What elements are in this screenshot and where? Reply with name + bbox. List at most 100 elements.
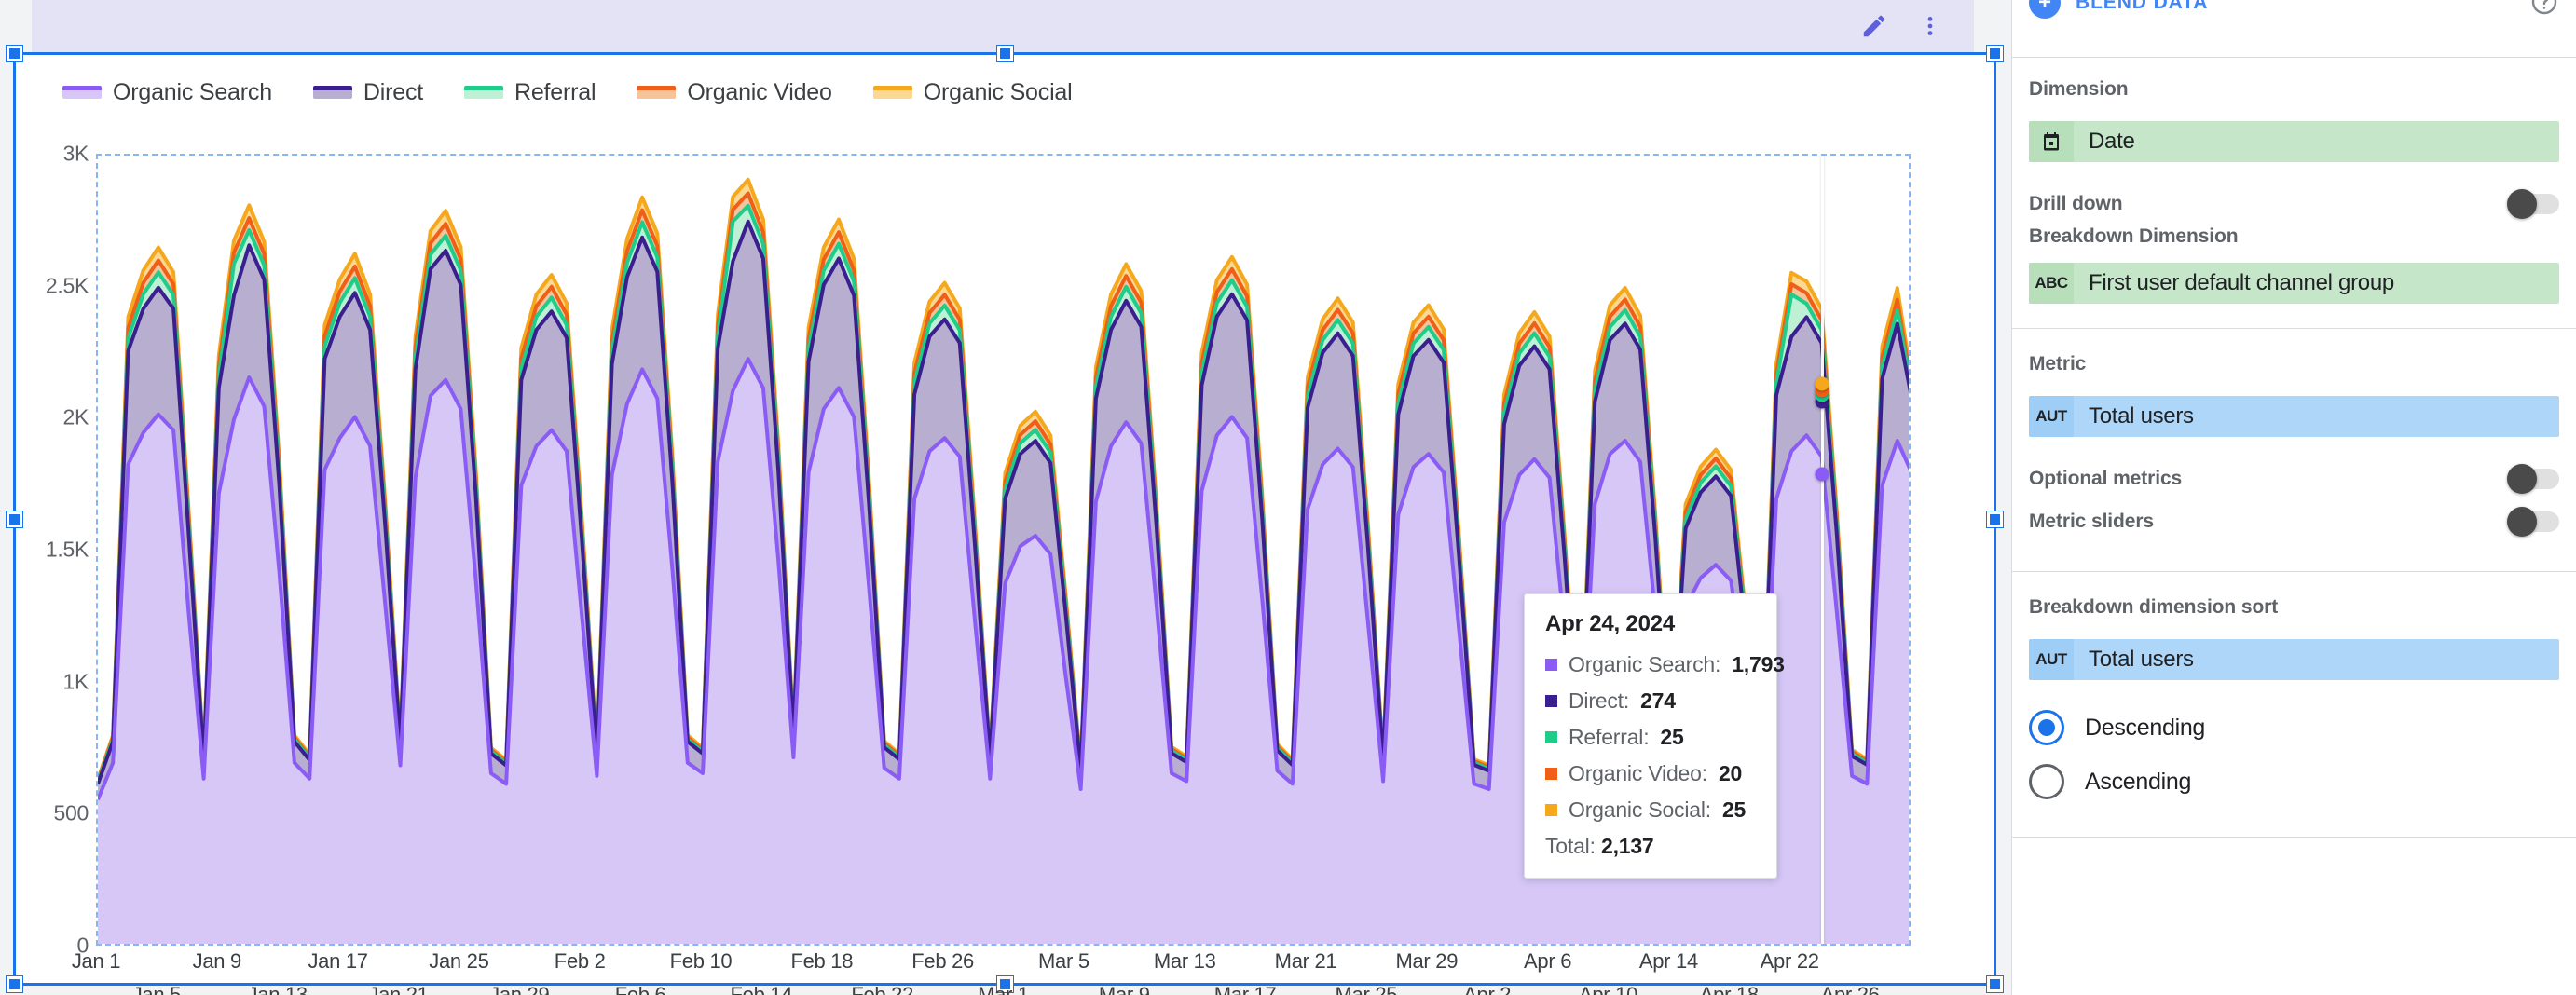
metric-label: Metric: [2029, 353, 2087, 375]
dimension-chip-date[interactable]: Date: [2029, 121, 2559, 162]
x-axis: Jan 1 Jan 5 Jan 9 Jan 13 Jan 17 Jan 21 Jan 25 J…: [72, 946, 1911, 995]
tooltip-series-label: Organic Search:: [1569, 652, 1721, 676]
chart-tooltip: Apr 24, 2024 Organic Search: 1,793 Direct:…: [1524, 593, 1785, 879]
aut-icon: AUT: [2029, 639, 2074, 680]
blend-data-button[interactable]: + BLEND DATA: [2029, 0, 2208, 19]
drill-down-label: Drill down: [2029, 193, 2123, 214]
tooltip-title: Apr 24, 2024: [1545, 611, 1676, 636]
radio-label: Descending: [2085, 714, 2206, 741]
legend-label: Organic Video: [687, 78, 832, 105]
sort-options: Descending Ascending: [2029, 701, 2559, 809]
metric-chip-total-users[interactable]: AUT Total users: [2029, 396, 2559, 437]
stacked-area-chart-component[interactable]: Organic Search Direct Referral Organic Vide…: [7, 46, 2003, 995]
x-axis-tick-label: Mar 25: [1335, 983, 1398, 995]
metric-chip-text: Total users: [2089, 403, 2194, 429]
x-axis-tick-label: Apr 2: [1463, 983, 1512, 995]
x-axis-tick-label: Jan 17: [308, 949, 368, 973]
sort-option-selected[interactable]: Descending: [2029, 701, 2559, 755]
legend-item[interactable]: Organic Search: [62, 79, 272, 106]
resize-handle-top-left[interactable]: [7, 46, 22, 61]
x-axis-tick-label: Feb 14: [730, 983, 793, 995]
aut-icon: AUT: [2029, 396, 2074, 437]
x-axis-tick-label: Jan 13: [247, 983, 308, 995]
sort-option-unselected[interactable]: Ascending: [2029, 755, 2559, 809]
tooltip-series-value: 20: [1718, 761, 1743, 785]
x-axis-tick-label: Jan 1: [71, 949, 121, 973]
optional-metrics-row[interactable]: Optional metrics: [2029, 457, 2559, 500]
x-axis-tick-label: Apr 6: [1524, 949, 1572, 973]
x-axis-tick-label: Mar 5: [1038, 949, 1089, 973]
breakdown-dimension-chip[interactable]: ABC First user default channel group: [2029, 263, 2559, 304]
tooltip-row: Organic Search: 1,793: [1545, 652, 1785, 677]
x-axis-tick-label: Apr 14: [1638, 949, 1698, 973]
x-axis-tick-label: Jan 29: [489, 983, 550, 995]
optional-metrics-toggle[interactable]: [2507, 464, 2559, 494]
legend-swatch: [312, 86, 352, 99]
tooltip-row: Organic Social: 25: [1545, 797, 1756, 823]
x-axis-tick-label: Mar 17: [1213, 983, 1277, 995]
chart-toolbar: [1858, 0, 1946, 52]
x-axis-tick-label: Mar 1: [978, 983, 1029, 995]
y-axis-tick-label: 500: [53, 800, 89, 825]
x-axis-tick-label: Feb 10: [669, 949, 733, 973]
metric-sliders-row[interactable]: Metric sliders: [2029, 500, 2559, 543]
legend-label: Direct: [363, 78, 423, 105]
x-axis-tick-label: Feb 18: [790, 949, 854, 973]
breakdown-dimension-label: Breakdown Dimension: [2029, 225, 2239, 247]
tooltip-series-value: 274: [1640, 688, 1676, 713]
y-axis-tick-label: 1K: [62, 669, 89, 694]
legend-item[interactable]: Organic Social: [872, 79, 1073, 106]
report-canvas: Organic Search Direct Referral Organic Vide…: [0, 0, 2011, 995]
optional-metrics-label: Optional metrics: [2029, 468, 2183, 489]
legend-swatch: [464, 86, 503, 99]
tooltip-swatch: [1545, 731, 1557, 743]
legend-label: Organic Search: [113, 78, 272, 105]
metric-sliders-toggle[interactable]: [2507, 507, 2559, 537]
tooltip-series-value: 1,793: [1732, 652, 1785, 676]
tooltip-series-label: Direct:: [1569, 688, 1630, 713]
tooltip-total: Total: 2,137: [1545, 834, 1756, 859]
breakdown-sort-section: Breakdown dimension sort AUT Total users…: [2012, 572, 2576, 838]
calendar-icon: [2029, 121, 2074, 162]
abc-icon: ABC: [2029, 263, 2074, 304]
x-axis-tick-label: Mar 21: [1274, 949, 1337, 973]
x-axis-tick-label: Jan 21: [368, 983, 429, 995]
tooltip-swatch: [1545, 804, 1557, 816]
tooltip-total-label: Total:: [1545, 834, 1596, 858]
legend-swatch: [62, 86, 102, 99]
resize-handle-top-right[interactable]: [1987, 46, 2003, 61]
tooltip-swatch: [1545, 659, 1557, 671]
legend-item[interactable]: Organic Video: [637, 78, 832, 106]
drill-down-row[interactable]: Drill down: [2029, 183, 2559, 225]
tooltip-total-value: 2,137: [1595, 834, 1654, 858]
x-axis-tick-label: Apr 18: [1699, 983, 1759, 995]
y-axis-tick-label: 3K: [62, 141, 89, 166]
x-axis-tick-label: Jan 25: [429, 949, 489, 973]
x-axis-tick-label: Mar 13: [1153, 949, 1216, 973]
data-point-marker: [1815, 376, 1829, 391]
legend-swatch: [637, 86, 677, 99]
legend-item[interactable]: Referral: [464, 79, 596, 106]
y-axis-tick-label: 2.5K: [45, 273, 89, 298]
pencil-icon[interactable]: [1858, 10, 1890, 42]
x-axis-tick-label: Mar 29: [1395, 949, 1459, 973]
dimension-chip-text: Date: [2089, 129, 2135, 154]
legend-item[interactable]: Direct: [312, 78, 423, 106]
tooltip-row: Referral: 25: [1545, 725, 1756, 750]
resize-handle-top-center[interactable]: [997, 46, 1013, 61]
help-icon[interactable]: [2529, 0, 2559, 17]
drill-down-toggle[interactable]: [2507, 189, 2559, 219]
radio-button[interactable]: [2029, 710, 2064, 745]
radio-button[interactable]: [2029, 764, 2064, 799]
tooltip-series-value: 25: [1721, 797, 1747, 822]
radio-label: Ascending: [2085, 768, 2192, 795]
breakdown-sort-chip[interactable]: AUT Total users: [2029, 639, 2559, 680]
more-vert-icon[interactable]: [1914, 10, 1946, 42]
tooltip-swatch: [1545, 768, 1557, 780]
x-axis-tick-label: Jan 9: [192, 949, 242, 973]
tooltip-rows: Organic Search: 1,793 Direct: 274 Referral: 2…: [1545, 652, 1785, 823]
screen: Organic Search Direct Referral Organic Vide…: [0, 0, 2576, 995]
chart-header-band: [32, 0, 1974, 52]
chart-legend: Organic Search Direct Referral Organic Vide…: [62, 74, 1073, 111]
dimension-section: Dimension Date Drill down Breakdown Dime…: [2012, 58, 2576, 329]
